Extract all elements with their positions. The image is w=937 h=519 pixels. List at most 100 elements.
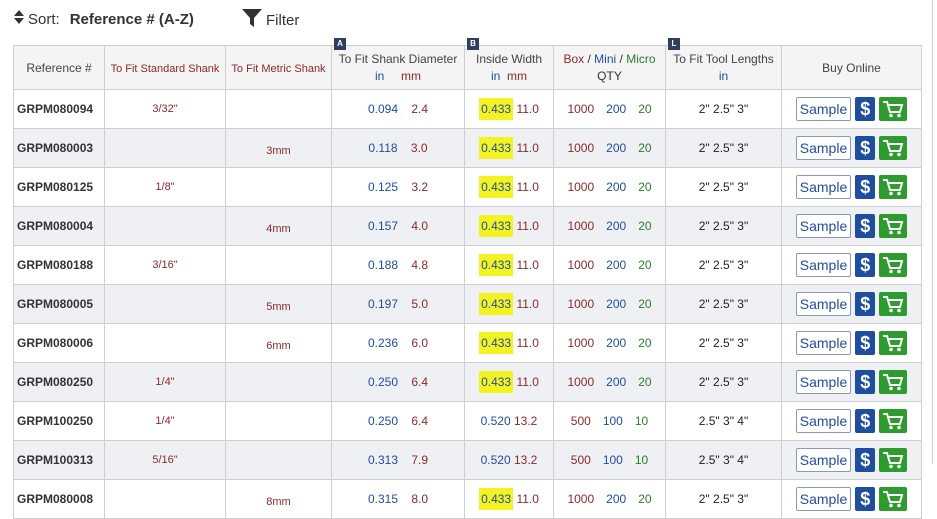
reference-cell[interactable]: GRPM100250 [13, 401, 105, 441]
qty-box: 1000 [567, 492, 595, 506]
cart-icon[interactable] [879, 175, 908, 199]
sample-button[interactable]: Sample [795, 409, 852, 433]
table-row: GRPM080008 8mm 0.315 8.0 0.433 11.0 1000 200 2… [13, 479, 922, 519]
qty-mini: 200 [606, 297, 627, 311]
sample-button[interactable]: Sample [795, 292, 852, 316]
cart-icon[interactable] [879, 214, 908, 238]
reference-cell[interactable]: GRPM100313 [13, 440, 105, 480]
sample-button[interactable]: Sample [795, 331, 852, 355]
shank-diameter-cell: 0.094 2.4 [331, 89, 465, 129]
buy-online-cell: Sample $ [781, 89, 922, 129]
diameter-mm: 5.0 [411, 297, 429, 311]
cart-icon[interactable] [879, 253, 908, 277]
sample-button[interactable]: Sample [795, 487, 852, 511]
sample-button[interactable]: Sample [795, 448, 852, 472]
cart-icon[interactable] [879, 487, 908, 511]
dollar-icon[interactable]: $ [855, 214, 876, 238]
cart-icon[interactable] [879, 292, 908, 316]
header-qty[interactable]: Box / Mini / Micro QTY [553, 45, 666, 90]
diameter-mm: 3.0 [410, 141, 428, 155]
cart-icon[interactable] [879, 136, 908, 160]
sort-value[interactable]: Reference # (A-Z) [70, 11, 194, 28]
reference-cell[interactable]: GRPM080004 [13, 206, 105, 246]
qty-micro: 10 [634, 453, 649, 467]
filter-button[interactable]: Filter [242, 8, 299, 32]
qty-micro: 20 [638, 336, 652, 350]
header-inside-width[interactable]: B Inside Width in mm [464, 38, 554, 90]
inside-width-cell: 0.520 13.2 [464, 401, 554, 441]
sample-button[interactable]: Sample [795, 214, 852, 238]
sort-control[interactable]: Sort: Reference # (A-Z) [14, 10, 194, 28]
reference-cell[interactable]: GRPM080003 [13, 128, 105, 168]
width-mm: 11.0 [516, 102, 539, 116]
shank-diameter-cell: 0.188 4.8 [331, 245, 465, 285]
dollar-icon[interactable]: $ [855, 253, 876, 277]
fit-standard-cell [104, 206, 226, 246]
buy-online-cell: Sample $ [781, 401, 922, 441]
dollar-icon[interactable]: $ [855, 175, 876, 199]
inside-width-cell: 0.433 11.0 [464, 128, 554, 168]
sample-button[interactable]: Sample [795, 97, 852, 121]
inside-badge: B [467, 38, 479, 50]
table-row: GRPM080003 3mm 0.118 3.0 0.433 11.0 1000 200 2… [13, 128, 922, 168]
reference-cell[interactable]: GRPM080005 [13, 284, 105, 324]
qty-box: 1000 [567, 219, 595, 233]
header-fit-standard[interactable]: To Fit Standard Shank [104, 45, 226, 90]
dollar-icon[interactable]: $ [855, 487, 876, 511]
header-tool-lengths[interactable]: L To Fit Tool Lengths in [665, 38, 782, 90]
dollar-icon[interactable]: $ [855, 292, 876, 316]
fit-metric-cell: 4mm [225, 206, 332, 246]
dollar-icon[interactable]: $ [855, 331, 876, 355]
tool-lengths-cell: 2" 2.5" 3" [665, 284, 782, 324]
buy-online-cell: Sample $ [781, 167, 922, 207]
header-reference[interactable]: Reference # [13, 45, 105, 90]
reference-cell[interactable]: GRPM080125 [13, 167, 105, 207]
reference-cell[interactable]: GRPM080006 [13, 323, 105, 363]
qty-mini: 200 [606, 102, 627, 116]
diameter-in: 0.188 [367, 258, 398, 272]
shank-diameter-cell: 0.125 3.2 [331, 167, 465, 207]
dollar-icon[interactable]: $ [855, 370, 876, 394]
inside-width-cell: 0.433 11.0 [464, 206, 554, 246]
table-row: GRPM080004 4mm 0.157 4.0 0.433 11.0 1000 200 2… [13, 206, 922, 246]
sample-button[interactable]: Sample [795, 175, 852, 199]
table-row: GRPM080250 1/4" 0.250 6.4 0.433 11.0 1000 200… [13, 362, 922, 402]
toolbar: Sort: Reference # (A-Z) Filter [0, 0, 937, 40]
header-buy-online: Buy Online [781, 45, 922, 90]
qty-box: 1000 [567, 141, 595, 155]
qty-mini: 100 [602, 414, 623, 428]
fit-standard-cell [104, 128, 226, 168]
sample-button[interactable]: Sample [795, 253, 852, 277]
reference-cell[interactable]: GRPM080008 [13, 479, 105, 519]
cart-icon[interactable] [879, 370, 908, 394]
reference-cell[interactable]: GRPM080094 [13, 89, 105, 129]
qty-box: 500 [570, 453, 591, 467]
qty-cell: 500 100 10 [553, 440, 666, 480]
sample-button[interactable]: Sample [795, 370, 852, 394]
reference-cell[interactable]: GRPM080188 [13, 245, 105, 285]
fit-standard-cell: 3/16" [104, 245, 226, 285]
tool-lengths-cell: 2" 2.5" 3" [665, 479, 782, 519]
buy-online-cell: Sample $ [781, 479, 922, 519]
width-in: 0.433 [479, 176, 514, 198]
sample-button[interactable]: Sample [795, 136, 852, 160]
width-mm: 11.0 [516, 492, 539, 506]
inside-width-cell: 0.433 11.0 [464, 167, 554, 207]
dollar-icon[interactable]: $ [855, 409, 876, 433]
dollar-icon[interactable]: $ [855, 97, 876, 121]
dollar-icon[interactable]: $ [855, 136, 876, 160]
dollar-icon[interactable]: $ [855, 448, 876, 472]
qty-box: 1000 [567, 102, 595, 116]
header-shank-diameter[interactable]: A To Fit Shank Diameter in mm [331, 38, 465, 90]
cart-icon[interactable] [879, 409, 908, 433]
shank-diameter-cell: 0.157 4.0 [331, 206, 465, 246]
qty-box: 1000 [567, 375, 595, 389]
qty-mini: 200 [606, 219, 627, 233]
fit-metric-cell [225, 401, 332, 441]
qty-micro: 10 [634, 414, 649, 428]
cart-icon[interactable] [879, 97, 908, 121]
reference-cell[interactable]: GRPM080250 [13, 362, 105, 402]
header-fit-metric[interactable]: To Fit Metric Shank [225, 45, 332, 90]
cart-icon[interactable] [879, 331, 908, 355]
cart-icon[interactable] [879, 448, 908, 472]
